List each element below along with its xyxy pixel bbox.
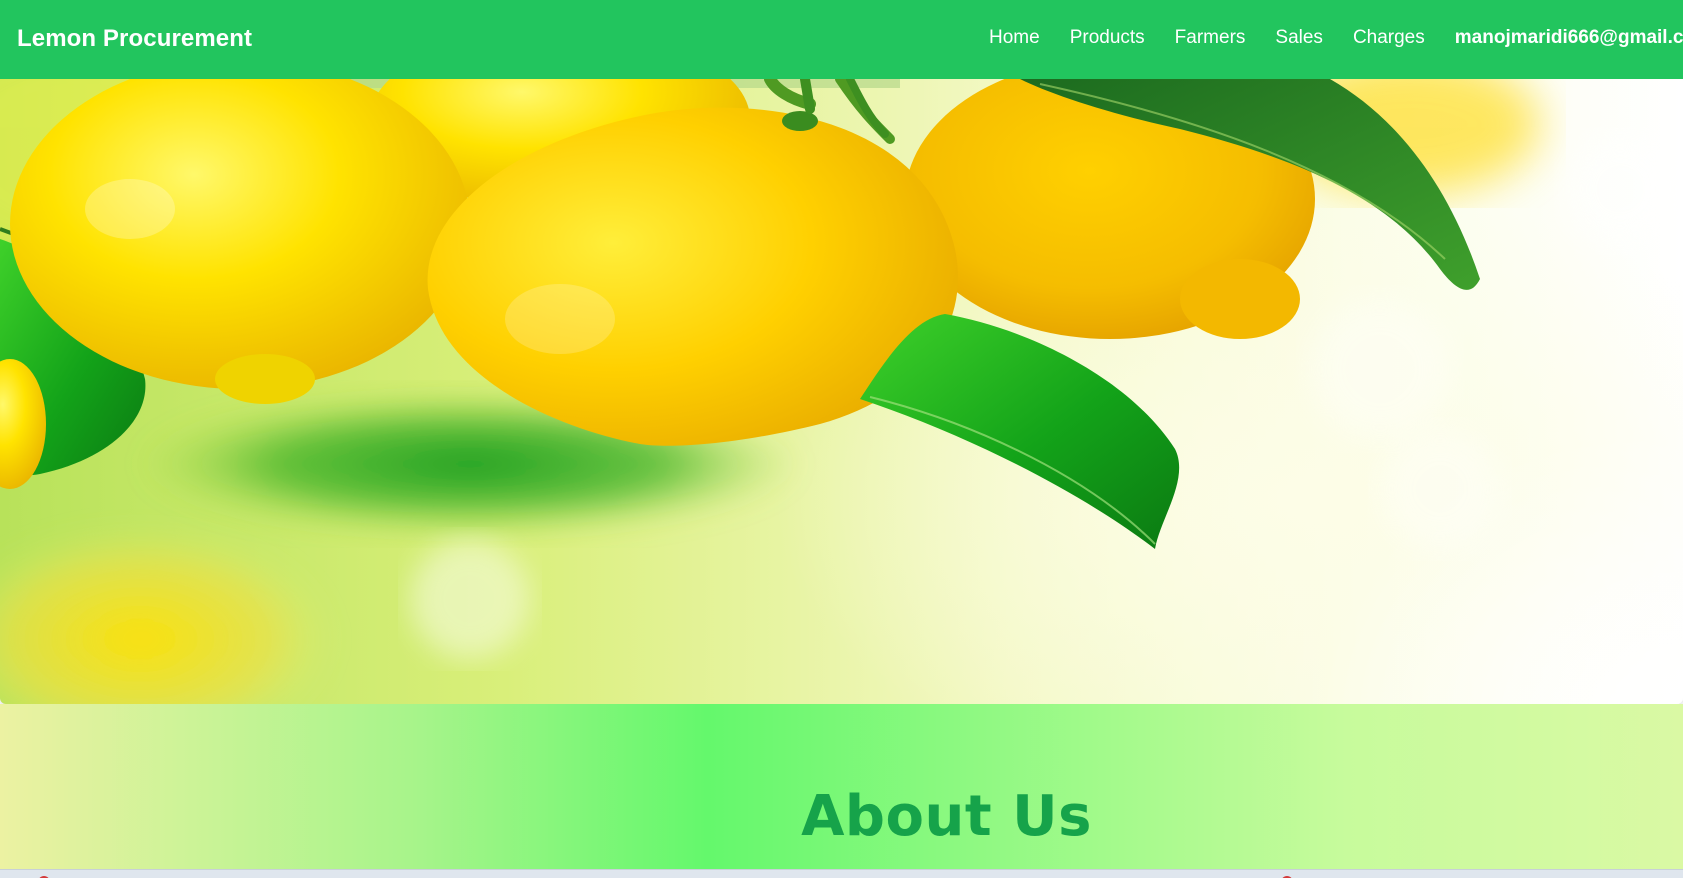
bottom-taskbar-strip [0, 869, 1683, 878]
nav-link-sales[interactable]: Sales [1275, 27, 1323, 49]
user-email-link[interactable]: manojmaridi666@gmail.c [1455, 27, 1683, 49]
nav-link-charges[interactable]: Charges [1353, 27, 1425, 49]
nav-links: Home Products Farmers Sales Charges mano… [989, 27, 1683, 49]
brand-logo-link[interactable]: Lemon Procurement [17, 25, 252, 53]
lemons-illustration [0, 79, 1675, 704]
about-section: About Us [0, 704, 1683, 869]
about-title: About Us [801, 784, 1092, 849]
hero-lemon-image [0, 79, 1683, 704]
nav-link-products[interactable]: Products [1070, 27, 1145, 49]
top-navbar: Lemon Procurement Home Products Farmers … [0, 0, 1683, 79]
nav-link-home[interactable]: Home [989, 27, 1040, 49]
page: Lemon Procurement Home Products Farmers … [0, 0, 1683, 878]
nav-link-farmers[interactable]: Farmers [1175, 27, 1246, 49]
